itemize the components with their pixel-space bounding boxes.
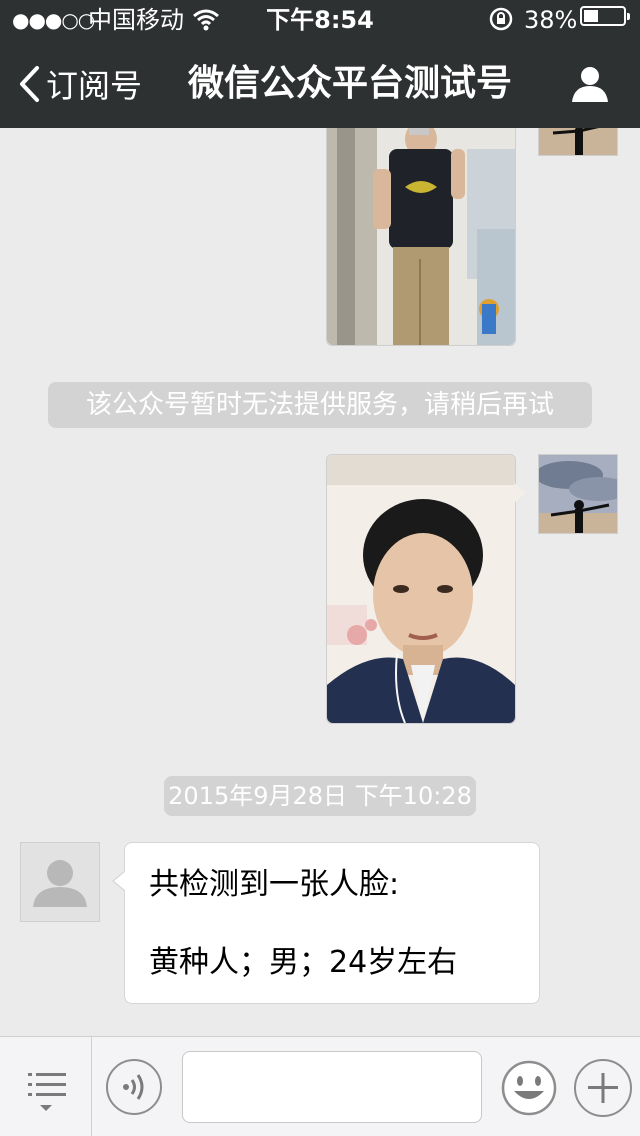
user-avatar[interactable] bbox=[538, 128, 618, 156]
status-bar: ●●●○○ 中国移动 下午8:54 38% bbox=[0, 0, 640, 40]
battery-percent: 38% bbox=[524, 6, 578, 34]
user-avatar[interactable] bbox=[538, 454, 618, 534]
system-notice: 该公众号暂时无法提供服务，请稍后再试 bbox=[48, 382, 592, 428]
person-icon bbox=[572, 67, 608, 102]
menu-list-icon bbox=[28, 1073, 66, 1111]
profile-button[interactable] bbox=[570, 64, 610, 104]
page-title: 微信公众平台测试号 bbox=[187, 63, 512, 104]
voice-input-button[interactable] bbox=[106, 1059, 162, 1115]
received-text-message[interactable]: 共检测到一张人脸: 黄种人；男；24岁左右 bbox=[112, 842, 540, 1004]
chevron-left-icon bbox=[20, 66, 39, 102]
mirror-selfie-photo bbox=[327, 128, 515, 345]
message-line: 共检测到一张人脸: bbox=[149, 867, 400, 902]
plus-icon bbox=[588, 1073, 618, 1103]
sky-silhouette-photo bbox=[539, 128, 617, 155]
message-input[interactable] bbox=[182, 1051, 482, 1123]
rotation-lock-icon bbox=[488, 6, 514, 38]
sent-photo-message[interactable] bbox=[326, 128, 516, 346]
message-line: 黄种人；男；24岁左右 bbox=[149, 945, 458, 980]
chat-area[interactable]: 该公众号暂时无法提供服务，请稍后再试 2015年9月28日 下午10:28 共检… bbox=[0, 128, 640, 1036]
sound-wave-icon bbox=[123, 1074, 144, 1100]
sent-photo-message[interactable] bbox=[326, 454, 526, 724]
timestamp-separator: 2015年9月28日 下午10:28 bbox=[164, 776, 476, 816]
nav-bar: 订阅号 微信公众平台测试号 bbox=[0, 40, 640, 128]
smiley-icon bbox=[501, 1060, 557, 1116]
more-options-button[interactable] bbox=[574, 1059, 632, 1117]
default-person-icon bbox=[33, 860, 87, 907]
battery-icon bbox=[580, 6, 630, 26]
input-bar bbox=[0, 1036, 640, 1136]
sky-silhouette-photo bbox=[539, 455, 617, 533]
back-label: 订阅号 bbox=[46, 67, 143, 105]
emoji-button[interactable] bbox=[500, 1059, 558, 1117]
account-avatar[interactable] bbox=[20, 842, 100, 922]
menu-toggle-button[interactable] bbox=[0, 1037, 92, 1136]
back-button[interactable]: 订阅号 bbox=[18, 62, 142, 106]
face-selfie-photo bbox=[327, 455, 515, 723]
